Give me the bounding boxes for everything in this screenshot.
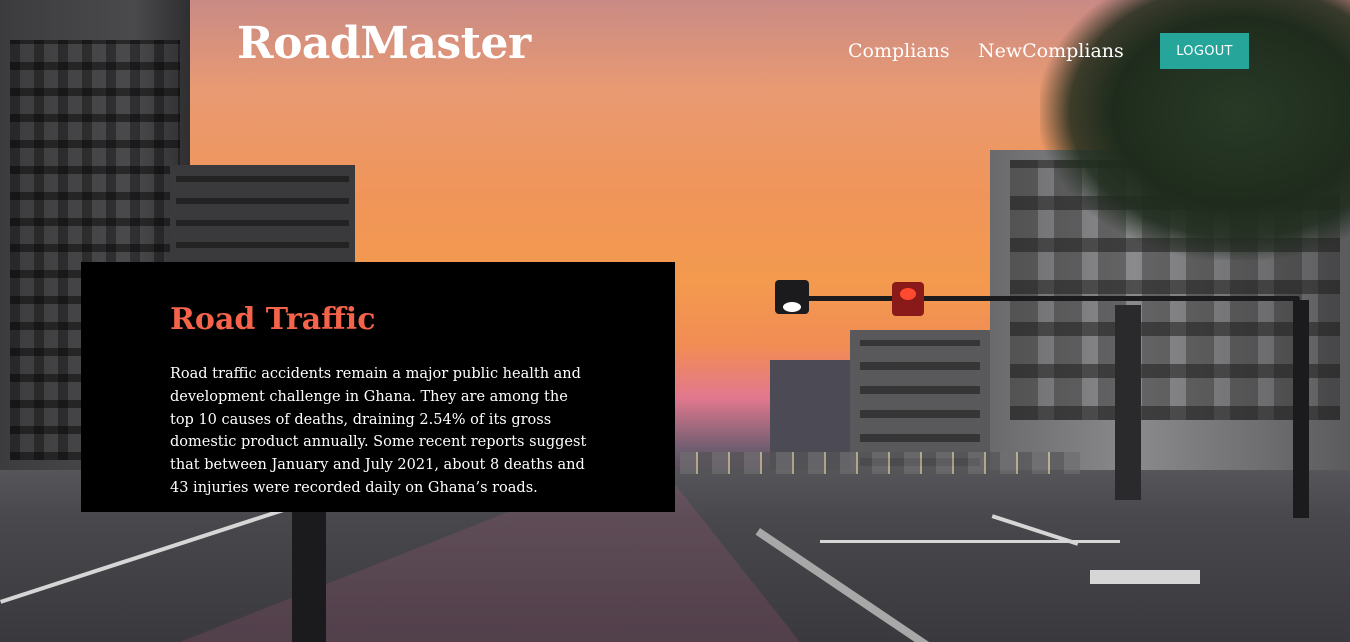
traffic-light-arm (780, 296, 1300, 301)
lane-line (820, 540, 1120, 543)
logout-button[interactable]: LOGOUT (1160, 33, 1249, 69)
sign-pole (292, 490, 326, 642)
card-text: Road traffic accidents remain a major pu… (170, 366, 587, 496)
street-pole (1115, 305, 1141, 500)
nav-link-complaints[interactable]: Complians (848, 40, 950, 62)
traffic-light-glow (783, 302, 801, 312)
top-navbar: RoadMaster Complians NewComplians LOGOUT (0, 0, 1350, 90)
red-light-glow (900, 288, 916, 300)
info-card: Road Traffic Road traffic accidents rema… (81, 262, 675, 512)
nav-link-new-complaints[interactable]: NewComplians (978, 40, 1124, 62)
brand-logo[interactable]: RoadMaster (237, 18, 531, 69)
card-title: Road Traffic (170, 302, 376, 337)
car-row (680, 452, 1080, 474)
traffic-light-pole (1293, 300, 1309, 518)
road-arrow-marking (1090, 570, 1200, 584)
